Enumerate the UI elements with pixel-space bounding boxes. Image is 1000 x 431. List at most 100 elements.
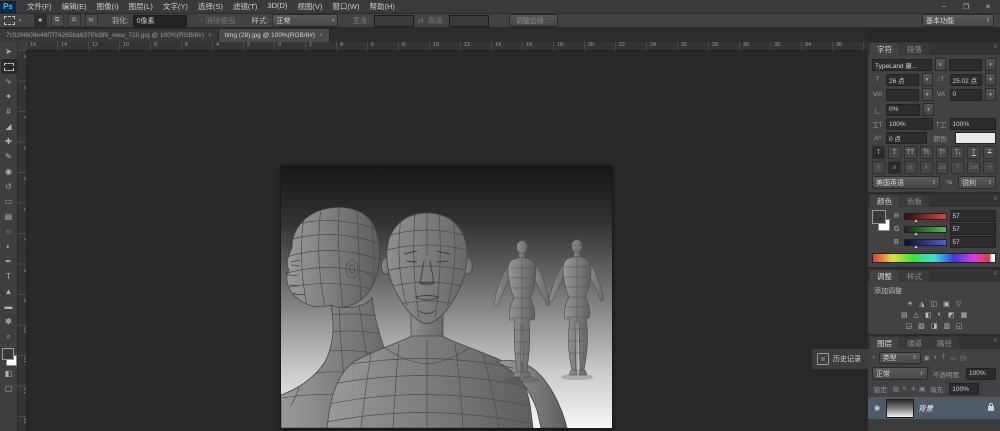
type-style-button-3[interactable]: Tt [920, 146, 933, 159]
lock-all-icon[interactable]: ▣ [919, 385, 925, 393]
tab-色板[interactable]: 色板 [900, 195, 929, 207]
type-style-button-6[interactable]: T [967, 146, 980, 159]
type-tool[interactable]: T [1, 269, 17, 284]
kerning-input[interactable] [886, 89, 919, 101]
selective-color-icon[interactable]: ◱ [956, 322, 963, 330]
font-style-select[interactable] [949, 59, 982, 71]
restore-button[interactable]: ❐ [960, 3, 972, 11]
channel-mixer-icon[interactable]: ◩ [948, 311, 955, 319]
pen-tool[interactable]: ✒ [1, 254, 17, 269]
color-lookup-icon[interactable]: ▦ [960, 311, 967, 319]
curves-icon[interactable]: ◫ [931, 300, 938, 308]
menu-文件(F)[interactable]: 文件(F) [22, 1, 57, 12]
tab-样式[interactable]: 样式 [900, 270, 929, 282]
panel-menu-icon[interactable]: ≡ [993, 196, 997, 202]
menu-视图(V)[interactable]: 视图(V) [292, 1, 327, 12]
color-swatches[interactable] [1, 348, 17, 366]
proportional-spacing-dropdown-icon[interactable]: ▼ [923, 103, 934, 116]
opentype-button-3[interactable]: ᴀ [920, 161, 933, 174]
opentype-button-2[interactable]: st [904, 161, 917, 174]
filter-shape-icon[interactable]: ▭ [950, 354, 956, 362]
crop-tool[interactable]: # [1, 104, 17, 119]
preset-dropdown-arrow-icon[interactable]: ▾ [19, 18, 22, 24]
selection-intersect-button[interactable]: ⧅ [85, 14, 98, 27]
eyedropper-tool[interactable]: ◢ [1, 119, 17, 134]
swap-dimensions-icon[interactable]: ⇄ [418, 16, 424, 25]
font-size-dropdown-icon[interactable]: ▼ [922, 73, 933, 86]
lock-pixels-icon[interactable]: ✎ [902, 385, 907, 393]
font-family-select[interactable]: TypeLand 康... [872, 59, 932, 71]
posterize-icon[interactable]: ▧ [918, 322, 925, 330]
menu-图层(L)[interactable]: 图层(L) [124, 1, 158, 12]
fill-input[interactable]: 100% [949, 383, 979, 395]
foreground-color-swatch[interactable] [872, 210, 886, 224]
filter-type-icon[interactable]: T [942, 354, 946, 362]
selection-new-button[interactable]: ■ [34, 14, 47, 27]
proportional-spacing-input[interactable]: 0% [886, 104, 920, 116]
panel-menu-icon[interactable]: ≡ [993, 271, 997, 277]
leading-input[interactable]: 25.02 点 [950, 74, 983, 86]
baseline-shift-input[interactable]: 0 点 [886, 132, 927, 144]
channel-value-input[interactable]: 57 [950, 236, 997, 248]
channel-slider[interactable]: ▲ [904, 239, 947, 246]
blend-mode-select[interactable]: 正常⇕ [872, 367, 928, 380]
spot-healing-tool[interactable]: ✚ [1, 134, 17, 149]
menu-选择(S)[interactable]: 选择(S) [193, 1, 228, 12]
path-selection-tool[interactable]: ▲ [1, 284, 17, 299]
workspace-select[interactable]: 基本功能⇕ [922, 14, 994, 27]
type-style-button-0[interactable]: T [872, 146, 885, 159]
filter-adjustment-icon[interactable]: ◐ [934, 354, 938, 362]
zoom-tool[interactable]: ⌕ [1, 329, 17, 344]
font-family-dropdown-icon[interactable]: ▼ [935, 58, 946, 71]
quick-mask-button[interactable]: ◧ [1, 366, 17, 381]
opacity-input[interactable]: 100% [966, 368, 996, 380]
type-style-button-1[interactable]: T [888, 146, 901, 159]
type-style-button-7[interactable]: T [983, 146, 996, 159]
opentype-button-6[interactable]: 1st [967, 161, 980, 174]
horizontal-scale-input[interactable]: 100% [950, 118, 997, 130]
tracking-input[interactable]: 0 [950, 89, 983, 101]
threshold-icon[interactable]: ◨ [931, 322, 938, 330]
black-white-icon[interactable]: ◧ [925, 311, 932, 319]
selection-subtract-button[interactable]: ⧄ [68, 14, 81, 27]
tab-close-icon[interactable]: × [319, 33, 323, 39]
gradient-map-icon[interactable]: ▥ [943, 322, 950, 330]
photo-filter-icon[interactable]: ◐ [938, 311, 942, 318]
channel-value-input[interactable]: 57 [950, 223, 997, 235]
tab-图层[interactable]: 图层 [870, 337, 899, 349]
vertical-scale-input[interactable]: 100% [886, 118, 933, 130]
move-tool[interactable]: ➤ [1, 44, 17, 59]
hand-tool[interactable]: ✽ [1, 314, 17, 329]
layer-row-background[interactable]: ◉ 背景 [868, 397, 1000, 419]
gradient-tool[interactable]: ▤ [1, 209, 17, 224]
vibrance-icon[interactable]: ▽ [956, 300, 961, 308]
channel-value-input[interactable]: 57 [950, 210, 997, 222]
feather-input[interactable]: 0像素 [133, 15, 187, 27]
panel-menu-icon[interactable]: ≡ [993, 338, 997, 344]
menu-帮助(H)[interactable]: 帮助(H) [365, 1, 400, 12]
history-panel-collapsed[interactable]: ≣ 历史记录 [811, 348, 871, 370]
kerning-dropdown-icon[interactable]: ▼ [922, 88, 933, 101]
menu-3D(D)[interactable]: 3D(D) [262, 1, 292, 12]
color-spectrum-ramp[interactable] [872, 253, 996, 263]
layer-visibility-eye-icon[interactable]: ◉ [872, 404, 882, 412]
language-select[interactable]: 美国英语⇕ [872, 176, 940, 189]
screen-mode-button[interactable]: ▢ [1, 381, 17, 396]
minimize-button[interactable]: – [938, 3, 950, 10]
tab-颜色[interactable]: 颜色 [870, 195, 899, 207]
tab-调整[interactable]: 调整 [870, 270, 899, 282]
blur-tool[interactable]: ○ [1, 224, 17, 239]
opentype-button-4[interactable]: aa [936, 161, 949, 174]
width-input[interactable] [374, 15, 414, 27]
text-color-swatch[interactable] [955, 132, 996, 144]
document-tab-0[interactable]: 7c92f4609e48f7f74265ba637f0c8f6_view_720… [0, 29, 219, 42]
tracking-dropdown-icon[interactable]: ▼ [985, 88, 996, 101]
color-panel-swatches[interactable] [872, 210, 890, 234]
opentype-button-0[interactable]: fi [872, 161, 885, 174]
menu-滤镜(T)[interactable]: 滤镜(T) [228, 1, 263, 12]
menu-窗口(W)[interactable]: 窗口(W) [327, 1, 364, 12]
slider-thumb-icon[interactable]: ▲ [914, 244, 919, 250]
slider-thumb-icon[interactable]: ▲ [914, 231, 919, 237]
canvas-document[interactable] [281, 166, 612, 428]
dodge-tool[interactable]: ◐ [1, 239, 17, 254]
